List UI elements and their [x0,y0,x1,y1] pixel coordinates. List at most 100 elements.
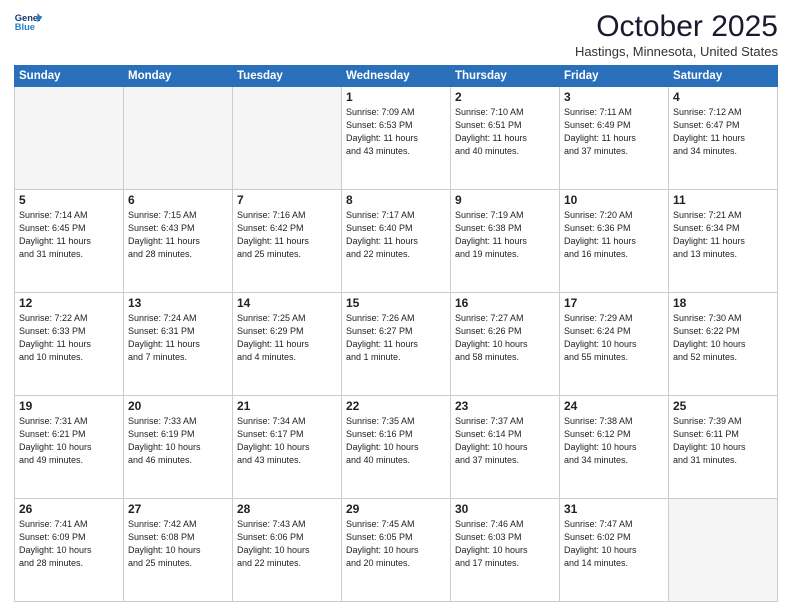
table-row: 22Sunrise: 7:35 AM Sunset: 6:16 PM Dayli… [342,396,451,499]
col-thursday: Thursday [451,66,560,87]
month-title: October 2025 [575,10,778,44]
header: General Blue October 2025 Hastings, Minn… [14,10,778,59]
day-info: Sunrise: 7:41 AM Sunset: 6:09 PM Dayligh… [19,518,119,570]
calendar-header-row: Sunday Monday Tuesday Wednesday Thursday… [15,66,778,87]
day-number: 23 [455,399,555,413]
table-row: 18Sunrise: 7:30 AM Sunset: 6:22 PM Dayli… [669,293,778,396]
col-wednesday: Wednesday [342,66,451,87]
day-number: 8 [346,193,446,207]
day-number: 28 [237,502,337,516]
table-row: 31 Sunrise: 7:47 AM Sunset: 6:02 PM Dayli… [560,499,669,602]
day-number: 11 [673,193,773,207]
day-info: Sunrise: 7:47 AM Sunset: 6:02 PM Dayligh… [564,518,664,570]
day-number: 16 [455,296,555,310]
table-row [15,87,124,190]
table-row: 2 Sunrise: 7:10 AM Sunset: 6:51 PM Daylig… [451,87,560,190]
table-row: 5 Sunrise: 7:14 AM Sunset: 6:45 PM Daylig… [15,190,124,293]
header-right: October 2025 Hastings, Minnesota, United… [575,10,778,59]
day-number: 3 [564,90,664,104]
day-number: 14 [237,296,337,310]
day-info: Sunrise: 7:38 AM Sunset: 6:12 PM Dayligh… [564,415,664,467]
day-info: Sunrise: 7:30 AM Sunset: 6:22 PM Dayligh… [673,312,773,364]
table-row: 1Sunrise: 7:09 AM Sunset: 6:53 PM Daylig… [342,87,451,190]
table-row: 29Sunrise: 7:45 AM Sunset: 6:05 PM Dayli… [342,499,451,602]
col-sunday: Sunday [15,66,124,87]
table-row [124,87,233,190]
day-info: Sunrise: 7:46 AM Sunset: 6:03 PM Dayligh… [455,518,555,570]
day-number: 5 [19,193,119,207]
table-row [669,499,778,602]
table-row: 11Sunrise: 7:21 AM Sunset: 6:34 PM Dayli… [669,190,778,293]
table-row: 19 Sunrise: 7:31 AM Sunset: 6:21 PM Dayli… [15,396,124,499]
day-info: Sunrise: 7:15 AM Sunset: 6:43 PM Dayligh… [128,209,228,261]
calendar-week-row: 12Sunrise: 7:22 AM Sunset: 6:33 PM Dayli… [15,293,778,396]
day-number: 13 [128,296,228,310]
day-number: 21 [237,399,337,413]
table-row: 3 Sunrise: 7:11 AM Sunset: 6:49 PM Daylig… [560,87,669,190]
col-saturday: Saturday [669,66,778,87]
table-row [233,87,342,190]
day-info: Sunrise: 7:14 AM Sunset: 6:45 PM Dayligh… [19,209,119,261]
day-info: Sunrise: 7:37 AM Sunset: 6:14 PM Dayligh… [455,415,555,467]
day-number: 19 [19,399,119,413]
day-info: Sunrise: 7:29 AM Sunset: 6:24 PM Dayligh… [564,312,664,364]
logo-icon: General Blue [14,10,42,38]
day-info: Sunrise: 7:26 AM Sunset: 6:27 PM Dayligh… [346,312,446,364]
col-monday: Monday [124,66,233,87]
day-number: 26 [19,502,119,516]
day-number: 24 [564,399,664,413]
day-number: 22 [346,399,446,413]
day-number: 30 [455,502,555,516]
calendar-week-row: 26 Sunrise: 7:41 AM Sunset: 6:09 PM Dayli… [15,499,778,602]
day-number: 17 [564,296,664,310]
table-row: 28 Sunrise: 7:43 AM Sunset: 6:06 PM Dayli… [233,499,342,602]
day-number: 10 [564,193,664,207]
calendar-week-row: 19 Sunrise: 7:31 AM Sunset: 6:21 PM Dayli… [15,396,778,499]
day-number: 9 [455,193,555,207]
day-number: 6 [128,193,228,207]
day-number: 7 [237,193,337,207]
day-info: Sunrise: 7:45 AM Sunset: 6:05 PM Dayligh… [346,518,446,570]
day-info: Sunrise: 7:16 AM Sunset: 6:42 PM Dayligh… [237,209,337,261]
table-row: 12Sunrise: 7:22 AM Sunset: 6:33 PM Dayli… [15,293,124,396]
calendar-week-row: 1Sunrise: 7:09 AM Sunset: 6:53 PM Daylig… [15,87,778,190]
calendar-week-row: 5 Sunrise: 7:14 AM Sunset: 6:45 PM Daylig… [15,190,778,293]
day-number: 20 [128,399,228,413]
calendar-table: Sunday Monday Tuesday Wednesday Thursday… [14,65,778,602]
table-row: 17 Sunrise: 7:29 AM Sunset: 6:24 PM Dayli… [560,293,669,396]
day-number: 15 [346,296,446,310]
table-row: 26 Sunrise: 7:41 AM Sunset: 6:09 PM Dayli… [15,499,124,602]
day-number: 12 [19,296,119,310]
day-number: 31 [564,502,664,516]
day-info: Sunrise: 7:39 AM Sunset: 6:11 PM Dayligh… [673,415,773,467]
day-info: Sunrise: 7:31 AM Sunset: 6:21 PM Dayligh… [19,415,119,467]
logo: General Blue [14,10,42,38]
day-number: 2 [455,90,555,104]
day-info: Sunrise: 7:25 AM Sunset: 6:29 PM Dayligh… [237,312,337,364]
table-row: 8Sunrise: 7:17 AM Sunset: 6:40 PM Daylig… [342,190,451,293]
day-info: Sunrise: 7:10 AM Sunset: 6:51 PM Dayligh… [455,106,555,158]
day-info: Sunrise: 7:20 AM Sunset: 6:36 PM Dayligh… [564,209,664,261]
day-info: Sunrise: 7:27 AM Sunset: 6:26 PM Dayligh… [455,312,555,364]
day-info: Sunrise: 7:43 AM Sunset: 6:06 PM Dayligh… [237,518,337,570]
table-row: 20 Sunrise: 7:33 AM Sunset: 6:19 PM Dayli… [124,396,233,499]
day-info: Sunrise: 7:42 AM Sunset: 6:08 PM Dayligh… [128,518,228,570]
table-row: 23 Sunrise: 7:37 AM Sunset: 6:14 PM Dayli… [451,396,560,499]
day-info: Sunrise: 7:11 AM Sunset: 6:49 PM Dayligh… [564,106,664,158]
day-info: Sunrise: 7:34 AM Sunset: 6:17 PM Dayligh… [237,415,337,467]
col-friday: Friday [560,66,669,87]
table-row: 16 Sunrise: 7:27 AM Sunset: 6:26 PM Dayli… [451,293,560,396]
day-info: Sunrise: 7:24 AM Sunset: 6:31 PM Dayligh… [128,312,228,364]
table-row: 10 Sunrise: 7:20 AM Sunset: 6:36 PM Dayli… [560,190,669,293]
day-info: Sunrise: 7:09 AM Sunset: 6:53 PM Dayligh… [346,106,446,158]
day-info: Sunrise: 7:12 AM Sunset: 6:47 PM Dayligh… [673,106,773,158]
day-number: 27 [128,502,228,516]
col-tuesday: Tuesday [233,66,342,87]
table-row: 21 Sunrise: 7:34 AM Sunset: 6:17 PM Dayli… [233,396,342,499]
svg-text:Blue: Blue [15,22,35,32]
table-row: 14 Sunrise: 7:25 AM Sunset: 6:29 PM Dayli… [233,293,342,396]
table-row: 7 Sunrise: 7:16 AM Sunset: 6:42 PM Daylig… [233,190,342,293]
day-number: 25 [673,399,773,413]
table-row: 15 Sunrise: 7:26 AM Sunset: 6:27 PM Dayli… [342,293,451,396]
day-info: Sunrise: 7:33 AM Sunset: 6:19 PM Dayligh… [128,415,228,467]
